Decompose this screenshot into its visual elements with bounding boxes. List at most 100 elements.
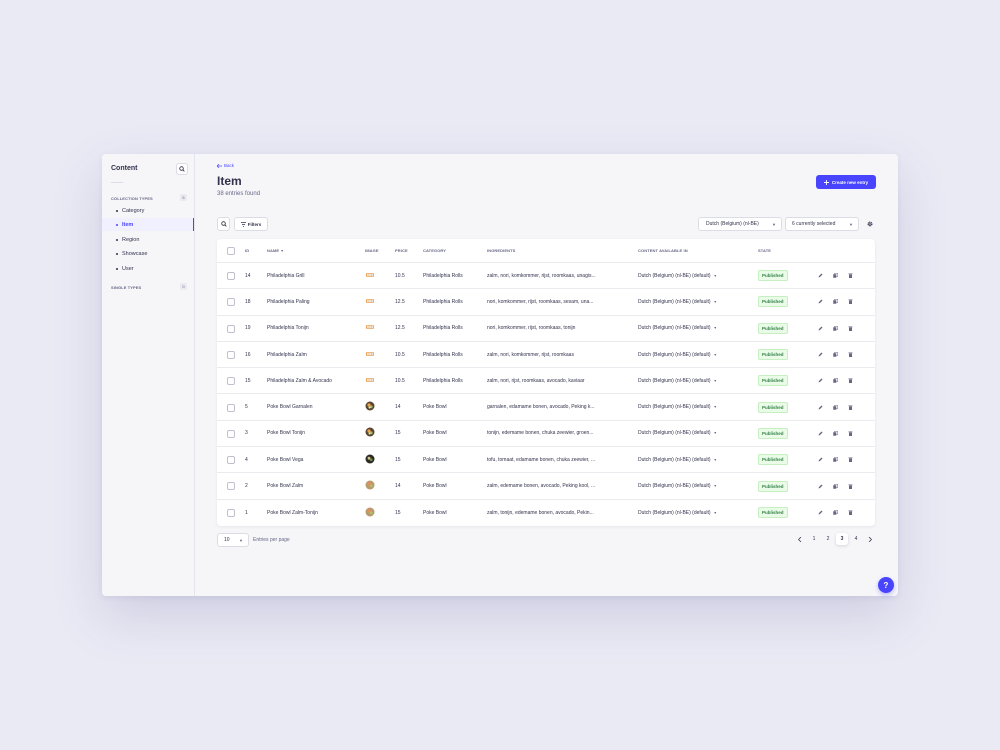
cell-locale[interactable]: Dutch (Belgium) (nl-BE) (default) ▼ [638, 447, 756, 472]
edit-button[interactable] [818, 316, 826, 341]
header-state[interactable]: STATE [758, 248, 771, 253]
sidebar-item-category[interactable]: Category [102, 204, 194, 217]
table-row[interactable]: 14 Philadelphia Grill 10.5 Philadelphia Rol… [217, 263, 875, 290]
duplicate-button[interactable] [833, 473, 841, 498]
cell-locale[interactable]: Dutch (Belgium) (nl-BE) (default) ▼ [638, 263, 756, 288]
duplicate-button[interactable] [833, 395, 841, 420]
row-checkbox[interactable] [227, 377, 235, 386]
delete-button[interactable] [848, 395, 856, 420]
delete-button[interactable] [848, 342, 856, 367]
edit-button[interactable] [818, 421, 826, 446]
cell-locale[interactable]: Dutch (Belgium) (nl-BE) (default) ▼ [638, 289, 756, 314]
row-checkbox[interactable] [227, 482, 235, 491]
create-entry-button[interactable]: Create new entry [816, 175, 876, 189]
page-button[interactable]: 2 [822, 533, 834, 545]
filters-button[interactable]: Filters [234, 217, 268, 231]
table-row[interactable]: 4 Poke Bowl Vega 15 Poke Bowl tofu, tomaat, … [217, 447, 875, 474]
help-button[interactable]: ? [878, 577, 894, 593]
header-price[interactable]: PRICE [395, 248, 408, 253]
duplicate-button[interactable] [833, 316, 841, 341]
delete-button[interactable] [848, 368, 856, 393]
delete-button[interactable] [848, 421, 856, 446]
cell-locale[interactable]: Dutch (Belgium) (nl-BE) (default) ▼ [638, 342, 756, 367]
per-page-select[interactable]: 10 ▼ [217, 533, 249, 547]
row-checkbox[interactable] [227, 350, 235, 359]
table-row[interactable]: 15 Philadelphia Zalm & Avocado 10.5 Philade… [217, 368, 875, 395]
edit-button[interactable] [818, 342, 826, 367]
cell-locale[interactable]: Dutch (Belgium) (nl-BE) (default) ▼ [638, 421, 756, 446]
delete-button[interactable] [848, 500, 856, 526]
locale-select[interactable]: Dutch (Belgium) (nl-BE) ▼ [698, 217, 782, 231]
content-sidebar: Content COLLECTION TYPES 5 Category Item… [102, 154, 195, 596]
table-row[interactable]: 18 Philadelphia Paling 12.5 Philadelphia Ro… [217, 289, 875, 316]
cell-locale[interactable]: Dutch (Belgium) (nl-BE) (default) ▼ [638, 395, 756, 420]
cell-locale[interactable]: Dutch (Belgium) (nl-BE) (default) ▼ [638, 473, 756, 498]
prev-page-button[interactable] [794, 533, 806, 545]
duplicate-button[interactable] [833, 263, 841, 288]
row-checkbox[interactable] [227, 403, 235, 412]
sidebar-search-button[interactable] [176, 163, 188, 175]
delete-button[interactable] [848, 447, 856, 472]
table-row[interactable]: 3 Poke Bowl Tonijn 15 Poke Bowl tonijn, edem… [217, 421, 875, 448]
table-row[interactable]: 16 Philadelphia Zalm 10.5 Philadelphia Roll… [217, 342, 875, 369]
next-page-button[interactable] [864, 533, 876, 545]
page-button[interactable]: 1 [808, 533, 820, 545]
edit-button[interactable] [818, 289, 826, 314]
row-checkbox[interactable] [227, 456, 235, 465]
select-all-checkbox[interactable] [227, 247, 235, 255]
pencil-icon [818, 510, 823, 515]
edit-button[interactable] [818, 447, 826, 472]
sidebar-item-item[interactable]: Item [102, 218, 194, 231]
cell-state: Published [758, 316, 808, 341]
sidebar-item-user[interactable]: User [102, 262, 194, 275]
header-ingredients[interactable]: INGREDIENTS [487, 248, 515, 253]
delete-button[interactable] [848, 289, 856, 314]
header-id[interactable]: ID [245, 248, 249, 253]
table-search-button[interactable] [217, 217, 230, 231]
delete-button[interactable] [848, 316, 856, 341]
duplicate-button[interactable] [833, 500, 841, 526]
header-category[interactable]: CATEGORY [423, 248, 446, 253]
duplicate-icon [833, 483, 838, 489]
settings-button[interactable] [863, 217, 876, 231]
edit-button[interactable] [818, 368, 826, 393]
delete-button[interactable] [848, 263, 856, 288]
cell-category: Philadelphia Rolls [423, 298, 463, 305]
per-page-label: Entries per page [253, 537, 290, 543]
table-row[interactable]: 1 Poke Bowl Zalm-Tonijn 15 Poke Bowl zalm, t… [217, 500, 875, 526]
cell-locale[interactable]: Dutch (Belgium) (nl-BE) (default) ▼ [638, 316, 756, 341]
sidebar-item-showcase[interactable]: Showcase [102, 247, 194, 260]
header-image[interactable]: IMAGE [365, 248, 379, 253]
edit-button[interactable] [818, 395, 826, 420]
edit-button[interactable] [818, 500, 826, 526]
cell-locale[interactable]: Dutch (Belgium) (nl-BE) (default) ▼ [638, 368, 756, 393]
page-button-active[interactable]: 3 [836, 533, 848, 545]
back-link[interactable]: Back [217, 163, 234, 168]
row-checkbox[interactable] [227, 298, 235, 307]
table-row[interactable]: 2 Poke Bowl Zalm 14 Poke Bowl zalm, edemame … [217, 473, 875, 500]
columns-select[interactable]: 6 currently selected ▼ [785, 217, 859, 231]
cell-locale[interactable]: Dutch (Belgium) (nl-BE) (default) ▼ [638, 500, 756, 526]
edit-button[interactable] [818, 263, 826, 288]
duplicate-button[interactable] [833, 342, 841, 367]
sidebar-item-region[interactable]: Region [102, 233, 194, 246]
cell-image [365, 421, 385, 446]
row-checkbox[interactable] [227, 508, 235, 517]
edit-button[interactable] [818, 473, 826, 498]
cell-category: Poke Bowl [423, 404, 447, 411]
table-row[interactable]: 19 Philadelphia Tonijn 12.5 Philadelphia Ro… [217, 316, 875, 342]
locale-label: Dutch (Belgium) (nl-BE) (default) [638, 377, 711, 384]
delete-button[interactable] [848, 473, 856, 498]
duplicate-button[interactable] [833, 368, 841, 393]
row-checkbox[interactable] [227, 272, 235, 280]
duplicate-button[interactable] [833, 289, 841, 314]
row-checkbox[interactable] [227, 324, 235, 333]
table-row[interactable]: 5 Poke Bowl Garnalen 14 Poke Bowl garnalen, … [217, 395, 875, 421]
duplicate-button[interactable] [833, 421, 841, 446]
duplicate-button[interactable] [833, 447, 841, 472]
header-content-available[interactable]: CONTENT AVAILABLE IN [638, 248, 688, 253]
page-button[interactable]: 4 [850, 533, 862, 545]
row-checkbox[interactable] [227, 429, 235, 438]
filters-label: Filters [247, 221, 262, 227]
header-name[interactable]: NAME ▼ [267, 248, 284, 253]
